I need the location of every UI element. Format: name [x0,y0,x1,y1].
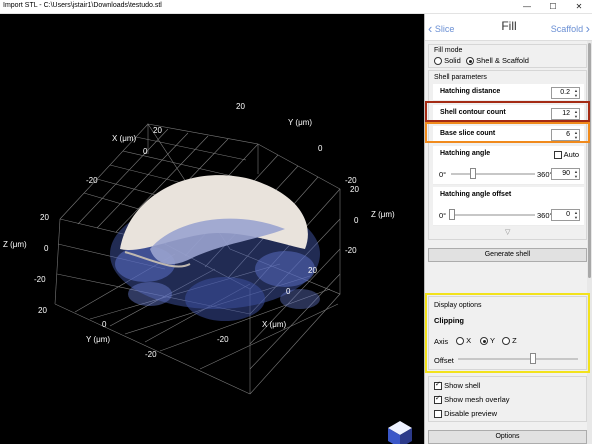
orientation-cube-icon[interactable] [388,421,412,444]
nav-forward-link[interactable]: Scaffold › [551,21,590,36]
hatching-angle-row: Hatching angle Auto 0° 360° 90 ▲ ▼ [433,146,584,185]
hatching-angle-spinner[interactable]: 90 ▲ ▼ [551,168,580,180]
z-axis-label-left: Z (μm) [3,240,27,249]
hatching-offset-slider-thumb[interactable] [449,209,455,220]
tick-label: -20 [86,176,98,185]
hatching-angle-slider-thumb[interactable] [470,168,476,179]
tick-label: 20 [40,213,49,222]
tick-label: -20 [345,176,357,185]
close-button[interactable]: ✕ [566,0,592,13]
show-shell-check-box[interactable] [434,380,442,391]
hatching-distance-label: Hatching distance [440,88,501,95]
window-title: Import STL - C:\Users\jstair1\Downloads\… [3,2,162,9]
auto-check-box[interactable] [554,151,562,160]
auto-label: Auto [563,150,580,159]
tick-label: 20 [308,266,317,275]
tick-label: 0 [286,287,291,296]
highlight-contour-box [425,101,590,122]
spinner-arrows-icon[interactable]: ▲ ▼ [574,88,578,98]
spinner-arrows-icon[interactable]: ▲ ▼ [574,169,578,179]
scene-svg [54,123,412,444]
hatching-angle-slider[interactable] [451,173,535,175]
view-checkbox-group: Show shell Show mesh overlay Disable pre… [428,376,587,422]
fill-panel: ‹ Slice Fill Scaffold › Fill mode Solid … [424,14,592,444]
y-axis-label-top: Y (μm) [288,118,313,127]
fill-mode-label: Fill mode [434,47,463,54]
fill-mode-shell[interactable]: Shell & Scaffold [466,56,529,66]
tick-label: -20 [145,350,157,359]
chevron-right-icon: › [585,21,590,36]
tick-label: 20 [38,306,47,315]
hatching-distance-row: Hatching distance 0.2 ▲ ▼ [433,84,584,101]
radio-solid[interactable] [434,57,442,66]
tick-label: -20 [345,246,357,255]
hatching-angle-value: 90 [562,170,570,177]
tick-label: 0 [44,244,49,253]
z-axis-label-right: Z (μm) [371,210,395,219]
hatching-angle-label: Hatching angle [440,150,491,157]
tick-label: 0 [102,320,107,329]
tick-label: 0 [318,144,323,153]
radio-shell-label: Shell & Scaffold [476,56,529,65]
hatching-offset-slider[interactable] [451,214,535,216]
tick-label: 0 [354,216,359,225]
options-button[interactable]: Options [428,430,587,444]
x-axis-label-top: X (μm) [112,134,137,143]
shell-parameters-group: Shell parameters Hatching distance 0.2 ▲ ▼… [428,70,587,240]
tick-label: -20 [34,275,46,284]
hatching-distance-spinner[interactable]: 0.2 ▲ ▼ [551,87,580,99]
3d-viewport[interactable]: X (μm) Y (μm) Z (μm) Z (μm) X (μm) Y (μm… [0,14,424,444]
tick-label: 0 [143,147,148,156]
highlight-base-slice-box [425,122,590,143]
shell-parameters-label: Shell parameters [434,74,487,81]
nav-bar: ‹ Slice Fill Scaffold › [425,14,592,41]
radio-shell[interactable] [466,57,474,66]
disable-preview-check-box[interactable] [434,410,442,419]
spinner-arrows-icon[interactable]: ▲ ▼ [574,210,578,220]
highlight-display-box [425,293,590,373]
title-bar: Import STL - C:\Users\jstair1\Downloads\… [0,0,592,14]
minimize-button[interactable]: — [514,0,540,13]
tick-label: 20 [350,185,359,194]
hatching-offset-label: Hatching angle offset [440,191,512,198]
disable-preview-label: Disable preview [444,409,498,418]
tick-label: -20 [217,335,229,344]
fill-mode-group: Fill mode Solid Shell & Scaffold [428,44,587,68]
hatching-distance-value: 0.2 [560,89,570,96]
hatching-offset-row: Hatching angle offset 0° 360° 0 ▲ ▼ [433,187,584,226]
radio-solid-label: Solid [444,56,461,65]
y-axis-label-bottom: Y (μm) [86,335,111,344]
maximize-button[interactable]: ☐ [540,0,566,13]
nav-forward-label: Scaffold [550,24,584,34]
generate-shell-button[interactable]: Generate shell [428,248,587,262]
show-mesh-label: Show mesh overlay [444,395,510,404]
x-axis-label-bottom: X (μm) [262,320,287,329]
fill-mode-solid[interactable]: Solid [434,56,461,66]
show-mesh-checkbox[interactable]: Show mesh overlay [434,394,510,405]
scrollbar-thumb[interactable] [588,43,591,278]
hatching-offset-value: 0 [566,211,570,218]
disable-preview-checkbox[interactable]: Disable preview [434,409,498,419]
show-mesh-check-box[interactable] [434,394,442,405]
angle-min-label: 0° [439,170,447,179]
tick-label: 20 [236,102,245,111]
expand-arrow-icon[interactable]: ▽ [505,228,510,236]
tick-label: 20 [153,126,162,135]
show-shell-checkbox[interactable]: Show shell [434,380,481,391]
show-shell-label: Show shell [444,381,481,390]
offset-min-label: 0° [439,211,447,220]
auto-checkbox[interactable]: Auto [554,150,580,160]
hatching-offset-spinner[interactable]: 0 ▲ ▼ [551,209,580,221]
